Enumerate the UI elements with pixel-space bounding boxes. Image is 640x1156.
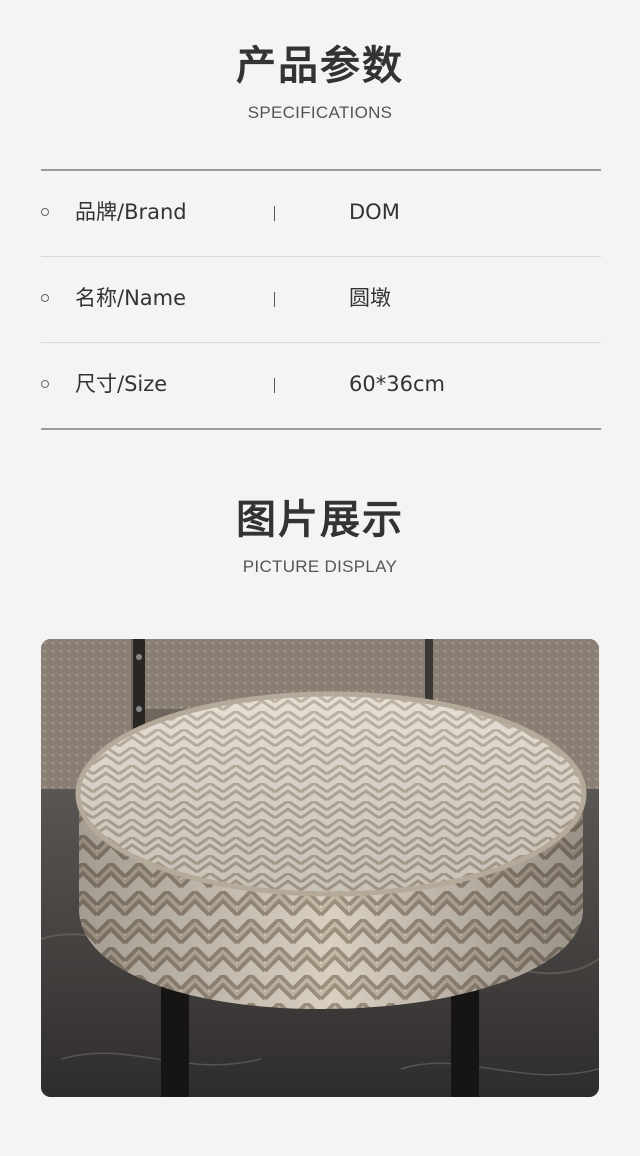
- spec-label: 名称/Name: [75, 286, 187, 310]
- specifications-subtitle: SPECIFICATIONS: [247, 103, 393, 122]
- divider: [274, 292, 275, 307]
- product-photo: [41, 639, 599, 1097]
- spec-value: DOM: [349, 200, 400, 224]
- divider: [274, 206, 275, 221]
- specifications-title: 产品参数: [236, 43, 404, 89]
- display-subtitle: PICTURE DISPLAY: [242, 557, 398, 576]
- spec-row-brand: 品牌/Brand DOM: [41, 171, 601, 257]
- bullet-icon: [41, 208, 49, 216]
- spec-label: 品牌/Brand: [75, 200, 187, 224]
- spec-value: 圆墩: [349, 286, 391, 310]
- divider: [274, 378, 275, 393]
- spec-label: 尺寸/Size: [75, 372, 168, 396]
- spec-value: 60*36cm: [349, 372, 445, 396]
- bullet-icon: [41, 380, 49, 388]
- spec-row-name: 名称/Name 圆墩: [41, 257, 601, 343]
- spec-table: 品牌/Brand DOM 名称/Name 圆墩 尺寸/Size 60*36cm: [41, 169, 601, 430]
- bullet-icon: [41, 294, 49, 302]
- display-title: 图片展示: [236, 497, 404, 543]
- spec-row-size: 尺寸/Size 60*36cm: [41, 343, 601, 428]
